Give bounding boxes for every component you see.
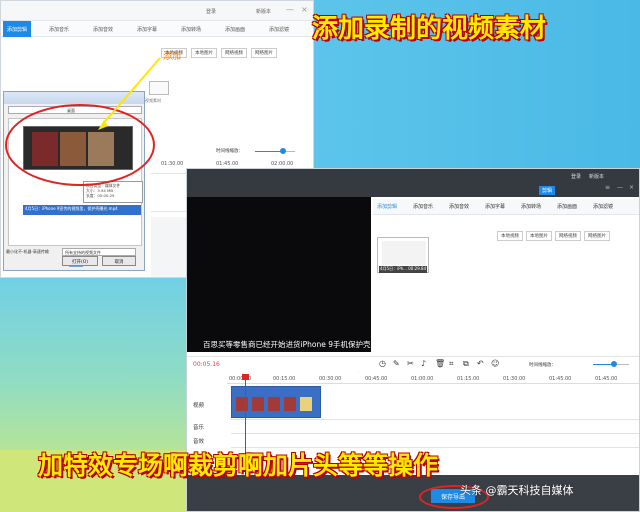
yellow-arrow xyxy=(101,57,161,126)
clip-frame xyxy=(284,397,296,411)
yellow-arrow-head xyxy=(98,120,108,130)
ruler-tick: 01:30.00 xyxy=(503,376,526,382)
video-preview[interactable]: 百思买等零售商已经开始进货iPhone 9手机保护壳 00:05.16/00:2… xyxy=(187,197,371,375)
banner-bottom: 加特效专场啊裁剪啊加片头等等操作 xyxy=(38,451,439,480)
speed-icon[interactable]: ◷ xyxy=(379,359,386,368)
track-label-music: 音乐 xyxy=(193,425,205,431)
track-label-sound: 音效 xyxy=(193,439,205,445)
web-video-button[interactable]: 网络视频 xyxy=(555,231,581,241)
clip-frame xyxy=(300,397,312,411)
ruler-tick: 01:45.00 xyxy=(549,376,572,382)
timeline-lane xyxy=(231,419,639,420)
media-clip-thumbnail xyxy=(382,241,426,265)
tab-add-subtitle[interactable]: 添加字幕 xyxy=(485,203,505,210)
zoom-slider-knob[interactable] xyxy=(611,361,617,367)
preview-subtitle: 百思买等零售商已经开始进货iPhone 9手机保护壳 xyxy=(203,340,371,349)
toolbar: 本地视频 本地图片 网络视频 网络图片 xyxy=(497,222,613,241)
tab-add-transition[interactable]: 添加转场 xyxy=(521,203,541,210)
ruler-tick: 01:45.00 xyxy=(595,376,618,382)
crop-icon[interactable]: ⌗ xyxy=(449,359,454,369)
delete-icon[interactable]: 🗑 xyxy=(435,359,445,368)
new-version-link[interactable]: 新版本 xyxy=(589,173,604,180)
cut-icon[interactable]: ✂ xyxy=(407,359,414,368)
media-clip-caption: 4月5日：iPh... 00:29.84 xyxy=(379,266,427,273)
minimize-icon[interactable]: — xyxy=(617,184,623,191)
watermark: 头条 @霸天科技自媒体 xyxy=(460,484,574,497)
web-image-button[interactable]: 网络图片 xyxy=(584,231,610,241)
tab-add-filter[interactable]: 添加滤镜 xyxy=(593,203,613,210)
effect-icon[interactable]: ☺ xyxy=(491,359,499,368)
timeline-lane xyxy=(231,433,639,434)
undo-icon[interactable]: ↶ xyxy=(477,359,484,368)
volume-icon[interactable]: ♪ xyxy=(421,359,426,368)
ruler-tick: 00:15.00 xyxy=(273,376,296,382)
edit-icon[interactable]: ✎ xyxy=(393,359,400,368)
clip-frame xyxy=(252,397,264,411)
tab-bar: 添加剪辑 添加音乐 添加音效 添加字幕 添加转场 添加画面 添加滤镜 xyxy=(373,199,639,215)
tab-add-frame[interactable]: 添加画面 xyxy=(557,203,577,210)
banner-top: 添加录制的视频素材 xyxy=(312,14,547,44)
clip-badge[interactable]: 剪辑 xyxy=(539,186,556,195)
login-link[interactable]: 登录 xyxy=(571,173,581,180)
clip-frame xyxy=(236,397,248,411)
close-icon[interactable]: × xyxy=(629,184,634,191)
menu-icon[interactable]: ≡ xyxy=(605,184,610,191)
title-bar: 登录 新版本 剪辑 ≡ — × xyxy=(187,169,639,197)
timeline-toolbar: 00:05.16 ◷ ✎ ✂ ♪ 🗑 ⌗ ⧉ ↶ ☺ 时间线缩放： xyxy=(187,356,639,372)
timeline-zoom-label: 时间线缩放： xyxy=(529,363,556,368)
track-label-video: 视频 xyxy=(193,403,205,409)
ruler-tick: 00:30.00 xyxy=(319,376,342,382)
current-time: 00:05.16 xyxy=(193,361,220,368)
tab-add-music[interactable]: 添加音乐 xyxy=(413,203,433,210)
tab-add-sound[interactable]: 添加音效 xyxy=(449,203,469,210)
timeline-ruler: 00:00.00 00:15.00 00:30.00 00:45.00 01:0… xyxy=(227,374,639,384)
ruler-tick: 00:45.00 xyxy=(365,376,388,382)
local-video-button[interactable]: 本地视频 xyxy=(497,231,523,241)
ruler-tick: 01:00.00 xyxy=(411,376,434,382)
ruler-tick: 01:15.00 xyxy=(457,376,480,382)
media-clip-card[interactable]: 4月5日：iPh... 00:29.84 xyxy=(377,237,429,273)
tab-add-clip[interactable]: 添加剪辑 xyxy=(377,203,397,210)
local-image-button[interactable]: 本地图片 xyxy=(526,231,552,241)
playhead-handle[interactable] xyxy=(242,374,249,380)
clip-frame xyxy=(268,397,280,411)
copy-icon[interactable]: ⧉ xyxy=(463,359,469,369)
